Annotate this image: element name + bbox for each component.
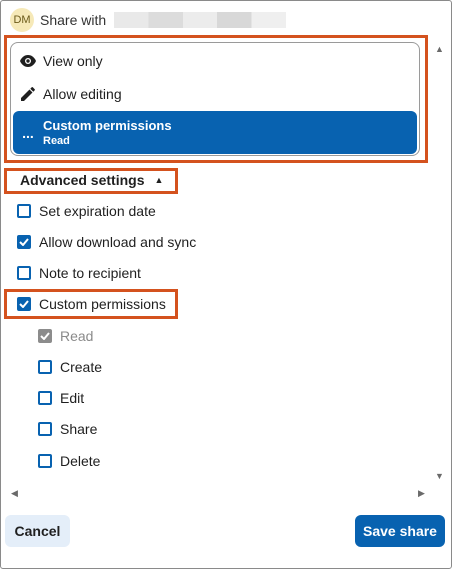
perm-create[interactable]: Create xyxy=(38,357,102,377)
checkbox[interactable] xyxy=(38,422,52,436)
share-with-label: Share with xyxy=(40,12,107,28)
scroll-up-icon[interactable]: ▲ xyxy=(435,44,444,54)
avatar: DM xyxy=(10,8,34,32)
advanced-settings-toggle[interactable]: Advanced settings ▲ xyxy=(20,172,163,188)
check-icon xyxy=(19,300,29,308)
setting-expiration[interactable]: Set expiration date xyxy=(17,201,156,221)
perm-read-label: Read xyxy=(60,328,94,344)
setting-custom-permissions-label: Custom permissions xyxy=(39,296,166,312)
checkbox[interactable] xyxy=(38,360,52,374)
permissions-dropdown: View only Allow editing ... Custom permi… xyxy=(10,42,420,156)
pencil-icon xyxy=(19,87,37,101)
setting-note-label: Note to recipient xyxy=(39,265,141,281)
advanced-settings-label: Advanced settings xyxy=(20,172,145,188)
perm-create-label: Create xyxy=(60,359,103,375)
checkbox[interactable] xyxy=(17,297,31,311)
perm-share[interactable]: Share xyxy=(38,419,97,439)
perm-edit-label: Edit xyxy=(60,390,85,406)
setting-download-sync[interactable]: Allow download and sync xyxy=(17,232,196,252)
option-allow-editing[interactable]: Allow editing xyxy=(11,78,419,110)
option-custom-sub: Read xyxy=(43,135,70,147)
checkbox[interactable] xyxy=(17,266,31,280)
scroll-left-icon[interactable]: ◀ xyxy=(11,488,18,499)
check-icon xyxy=(19,238,29,246)
setting-download-sync-label: Allow download and sync xyxy=(39,234,197,250)
option-view-only[interactable]: View only xyxy=(11,45,419,77)
scroll-right-icon[interactable]: ▶ xyxy=(418,488,425,499)
scroll-down-icon[interactable]: ▼ xyxy=(435,471,444,481)
checkbox xyxy=(38,329,52,343)
setting-custom-permissions[interactable]: Custom permissions xyxy=(17,294,166,314)
option-custom-label: Custom permissions xyxy=(43,118,172,133)
cancel-button[interactable]: Cancel xyxy=(5,515,70,547)
check-icon xyxy=(40,332,50,340)
perm-read: Read xyxy=(38,326,93,346)
option-view-only-label: View only xyxy=(43,53,103,69)
redacted-recipient xyxy=(114,12,287,28)
checkbox[interactable] xyxy=(17,235,31,249)
share-header: DM Share with xyxy=(10,8,287,32)
more-icon: ... xyxy=(22,124,34,141)
perm-share-label: Share xyxy=(60,421,98,437)
option-allow-editing-label: Allow editing xyxy=(43,86,122,102)
save-share-button[interactable]: Save share xyxy=(355,515,445,547)
checkbox[interactable] xyxy=(38,454,52,468)
checkbox[interactable] xyxy=(38,391,52,405)
option-custom-permissions[interactable]: ... Custom permissions Read xyxy=(13,111,417,154)
checkbox[interactable] xyxy=(17,204,31,218)
perm-delete[interactable]: Delete xyxy=(38,451,100,471)
caret-up-icon: ▲ xyxy=(154,175,164,185)
eye-icon xyxy=(19,55,37,67)
perm-delete-label: Delete xyxy=(60,453,101,469)
setting-note[interactable]: Note to recipient xyxy=(17,263,141,283)
setting-expiration-label: Set expiration date xyxy=(39,203,156,219)
perm-edit[interactable]: Edit xyxy=(38,388,84,408)
